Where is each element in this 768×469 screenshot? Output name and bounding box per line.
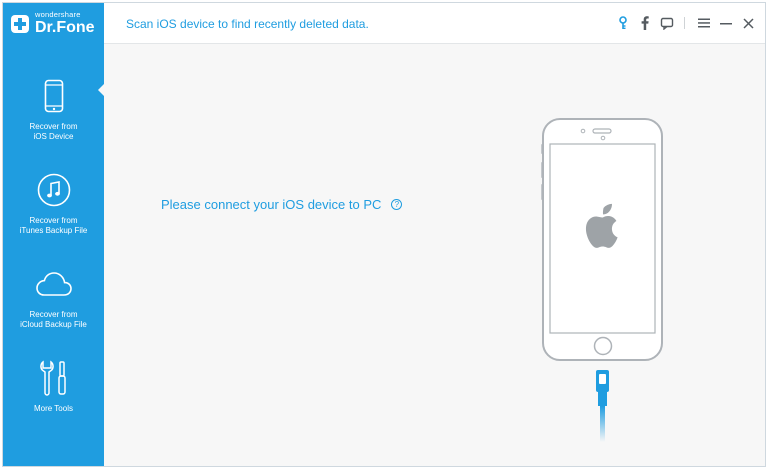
main-panel: Please connect your iOS device to PC ? bbox=[104, 44, 765, 466]
logo-plus-icon bbox=[11, 14, 29, 33]
sidebar-item-recover-itunes[interactable]: Recover from iTunes Backup File bbox=[3, 158, 104, 252]
connect-prompt: Please connect your iOS device to PC ? bbox=[161, 197, 403, 212]
sidebar-item-recover-ios[interactable]: Recover from iOS Device bbox=[3, 64, 104, 158]
logo-brand: wondershare bbox=[35, 10, 81, 20]
sidebar: Recover from iOS Device Recover from iTu… bbox=[3, 44, 104, 466]
title-bar-icons bbox=[610, 14, 757, 32]
title-bar-separator bbox=[684, 17, 685, 29]
music-note-icon bbox=[37, 170, 71, 210]
logo-product: Dr.Fone bbox=[35, 18, 95, 36]
app-window: wondershare Dr.Fone Scan iOS device to f… bbox=[2, 2, 766, 467]
sidebar-item-label: More Tools bbox=[34, 404, 73, 413]
key-icon[interactable] bbox=[614, 14, 632, 32]
connect-prompt-text: Please connect your iOS device to PC bbox=[161, 197, 382, 212]
sidebar-item-label: Recover from iTunes Backup File bbox=[19, 216, 88, 235]
iphone-illustration bbox=[541, 118, 663, 442]
menu-icon[interactable] bbox=[695, 14, 713, 32]
close-icon[interactable] bbox=[739, 14, 757, 32]
logo-text: wondershare Dr.Fone bbox=[35, 11, 95, 36]
tools-icon bbox=[38, 358, 70, 398]
cloud-icon bbox=[35, 264, 73, 304]
phone-icon bbox=[44, 76, 64, 116]
title-bar: wondershare Dr.Fone Scan iOS device to f… bbox=[3, 3, 765, 44]
window-title: Scan iOS device to find recently deleted… bbox=[126, 17, 369, 31]
app-logo: wondershare Dr.Fone bbox=[3, 3, 104, 44]
sidebar-item-label: Recover from iCloud Backup File bbox=[20, 310, 87, 329]
help-icon[interactable]: ? bbox=[391, 199, 403, 210]
minimize-icon[interactable] bbox=[717, 14, 735, 32]
sidebar-item-recover-icloud[interactable]: Recover from iCloud Backup File bbox=[3, 252, 104, 346]
facebook-icon[interactable] bbox=[636, 14, 654, 32]
sidebar-item-more-tools[interactable]: More Tools bbox=[3, 346, 104, 440]
feedback-icon[interactable] bbox=[658, 14, 676, 32]
sidebar-item-label: Recover from iOS Device bbox=[29, 122, 78, 141]
